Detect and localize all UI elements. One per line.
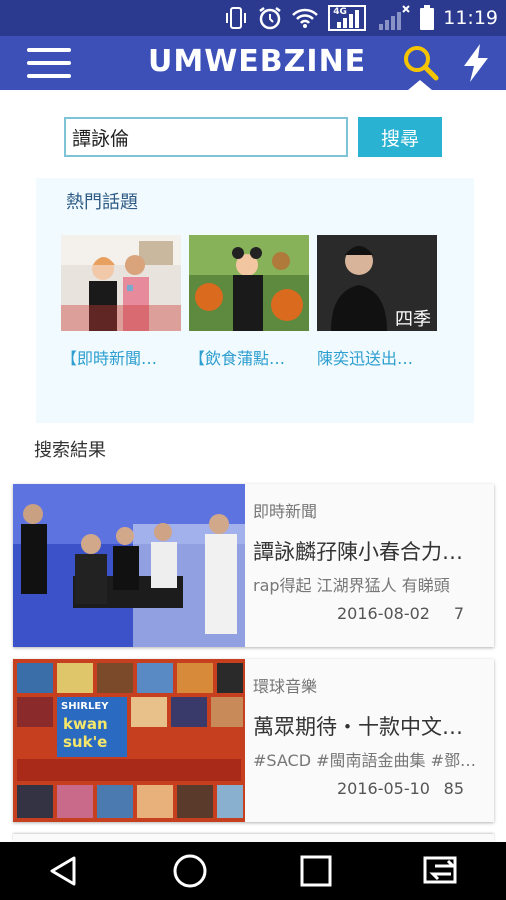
navigation-bar (0, 842, 506, 900)
alarm-icon (257, 5, 283, 31)
result-date: 2016-05-10 (337, 779, 430, 798)
back-icon[interactable] (33, 851, 93, 891)
search-button[interactable]: 搜尋 (358, 117, 442, 157)
result-count: 85 (443, 779, 464, 798)
result-thumbnail-wrap: SHIRLEY kwan suk'e (13, 659, 245, 822)
hot-topics-panel: 熱門話題 【即時新聞… 【飲食蒲點… 四季 陳奕迅送出… (36, 178, 474, 423)
result-title: 萬眾期待・十款中文… (253, 715, 463, 739)
search-icon[interactable] (400, 42, 442, 84)
next-card-edge (13, 834, 494, 842)
hot-topic-item[interactable]: 【即時新聞… (61, 235, 181, 369)
tab-indicator (408, 80, 432, 90)
hot-topic-caption: 【即時新聞… (61, 349, 158, 368)
switch-app-icon[interactable] (413, 851, 473, 891)
hot-topic-thumbnail (189, 235, 309, 331)
result-card-body: 環球音樂 萬眾期待・十款中文… #SACD #閩南語金曲集 #鄧… 2016-0… (245, 659, 494, 822)
hot-topic-caption: 陳奕迅送出… (317, 349, 414, 368)
battery-icon (419, 5, 435, 31)
vibrate-icon (223, 6, 249, 30)
flash-icon[interactable] (458, 42, 494, 84)
signal-icon (375, 4, 411, 32)
status-time: 11:19 (443, 7, 498, 29)
result-image-text: suk'e (63, 733, 108, 751)
signal-4g-icon: 4G (327, 4, 367, 32)
app-logo: UMWEBZINE (148, 44, 367, 79)
result-image-text: kwan (63, 715, 108, 733)
home-icon[interactable] (160, 851, 220, 891)
result-category: 即時新聞 (253, 502, 318, 521)
result-date: 2016-08-02 (337, 604, 430, 623)
search-input[interactable] (64, 117, 348, 157)
hot-topic-item[interactable]: 【飲食蒲點… (189, 235, 309, 369)
result-card[interactable]: SHIRLEY kwan suk'e 環球音樂 萬眾期待・十款中文… #SACD… (13, 659, 494, 822)
result-category: 環球音樂 (253, 677, 318, 696)
result-card[interactable]: 即時新聞 譚詠麟孖陳小春合力… rap得起 江湖界猛人 有睇頭 2016-08-… (13, 484, 494, 647)
result-title: 譚詠麟孖陳小春合力… (253, 540, 463, 564)
hot-topic-thumbnail (61, 235, 181, 331)
result-count: 7 (453, 604, 464, 623)
hot-topics-title: 熱門話題 (66, 192, 138, 213)
search-row: 搜尋 (64, 117, 442, 157)
result-card-body: 即時新聞 譚詠麟孖陳小春合力… rap得起 江湖界猛人 有睇頭 2016-08-… (245, 484, 494, 647)
status-bar: 4G 11:19 (0, 0, 506, 36)
hot-topic-caption: 【飲食蒲點… (189, 349, 286, 368)
result-thumbnail (13, 659, 245, 822)
network-label: 4G (333, 7, 347, 17)
menu-icon[interactable] (27, 48, 71, 78)
hot-topic-image-text: 四季 (395, 309, 431, 330)
hot-topic-item[interactable]: 四季 陳奕迅送出… (317, 235, 437, 369)
recents-icon[interactable] (286, 851, 346, 891)
result-thumbnail (13, 484, 245, 647)
wifi-icon (291, 7, 319, 29)
result-image-text: SHIRLEY (61, 701, 109, 712)
result-subtitle: #SACD #閩南語金曲集 #鄧… (253, 751, 477, 770)
result-subtitle: rap得起 江湖界猛人 有睇頭 (253, 576, 450, 595)
results-title: 搜索結果 (34, 440, 106, 461)
